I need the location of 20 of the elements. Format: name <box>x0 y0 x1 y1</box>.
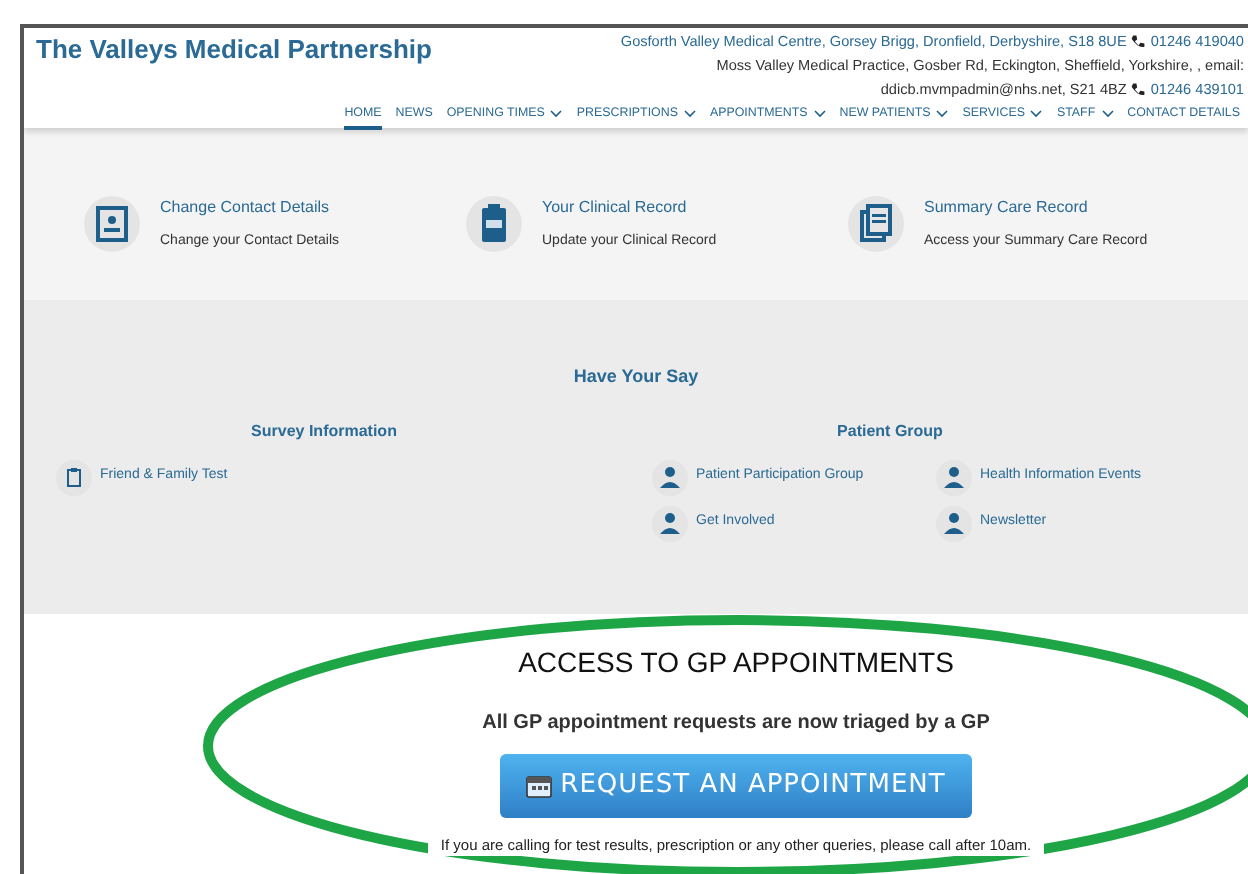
clipboard-icon <box>56 459 92 495</box>
contact-card-icon <box>84 196 140 252</box>
card-title[interactable]: Summary Care Record <box>924 195 1148 220</box>
card-title[interactable]: Change Contact Details <box>160 195 339 220</box>
subtitle-text: All GP appointment requests are now triaged by a GP <box>482 710 990 738</box>
people-icon <box>652 459 688 495</box>
documents-icon <box>848 196 904 252</box>
people-icon <box>936 459 972 495</box>
section-heading: Have Your Say <box>573 364 699 390</box>
column-heading: Patient Group <box>835 419 945 443</box>
people-icon <box>936 505 972 541</box>
clipboard-icon <box>466 196 522 252</box>
site-title[interactable]: The Valleys Medical Partnership <box>36 30 432 69</box>
phone-icon <box>1130 82 1147 98</box>
card-title[interactable]: Your Clinical Record <box>542 195 717 220</box>
people-icon <box>652 505 688 541</box>
calendar-icon <box>526 774 553 798</box>
section-heading: ACCESS TO GP APPOINTMENTS <box>518 644 954 682</box>
phone-icon <box>1130 34 1147 50</box>
column-heading: Survey Information <box>249 419 399 443</box>
